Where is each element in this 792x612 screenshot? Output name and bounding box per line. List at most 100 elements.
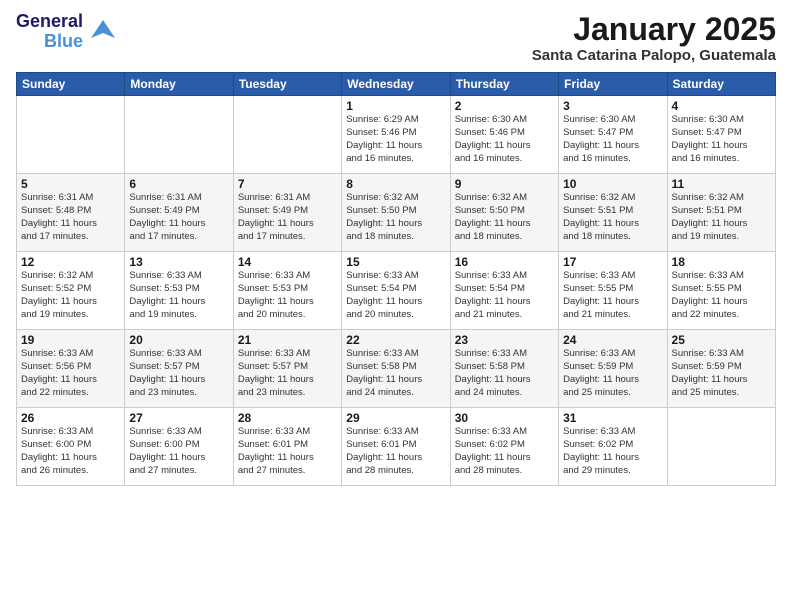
calendar-cell [17,96,125,174]
day-info: Sunrise: 6:33 AMSunset: 5:58 PMDaylight:… [455,348,554,399]
day-number: 11 [672,177,771,191]
day-number: 27 [129,411,228,425]
week-row-3: 12Sunrise: 6:32 AMSunset: 5:52 PMDayligh… [17,252,776,330]
calendar-cell: 10Sunrise: 6:32 AMSunset: 5:51 PMDayligh… [559,174,667,252]
day-info: Sunrise: 6:33 AMSunset: 5:57 PMDaylight:… [238,348,337,399]
calendar-cell: 24Sunrise: 6:33 AMSunset: 5:59 PMDayligh… [559,330,667,408]
day-number: 1 [346,99,445,113]
calendar-cell: 15Sunrise: 6:33 AMSunset: 5:54 PMDayligh… [342,252,450,330]
day-number: 15 [346,255,445,269]
day-number: 23 [455,333,554,347]
day-number: 9 [455,177,554,191]
day-info: Sunrise: 6:31 AMSunset: 5:49 PMDaylight:… [238,192,337,243]
day-number: 10 [563,177,662,191]
page: General Blue January 2025 Santa Catarina… [0,0,792,612]
calendar-table: SundayMondayTuesdayWednesdayThursdayFrid… [16,72,776,486]
calendar-cell: 6Sunrise: 6:31 AMSunset: 5:49 PMDaylight… [125,174,233,252]
week-row-1: 1Sunrise: 6:29 AMSunset: 5:46 PMDaylight… [17,96,776,174]
day-number: 20 [129,333,228,347]
calendar-cell: 1Sunrise: 6:29 AMSunset: 5:46 PMDaylight… [342,96,450,174]
day-number: 3 [563,99,662,113]
title-block: January 2025 Santa Catarina Palopo, Guat… [532,12,776,64]
calendar-cell [233,96,341,174]
calendar-cell: 13Sunrise: 6:33 AMSunset: 5:53 PMDayligh… [125,252,233,330]
weekday-header-wednesday: Wednesday [342,73,450,96]
header: General Blue January 2025 Santa Catarina… [16,12,776,64]
calendar-cell: 9Sunrise: 6:32 AMSunset: 5:50 PMDaylight… [450,174,558,252]
day-info: Sunrise: 6:32 AMSunset: 5:51 PMDaylight:… [563,192,662,243]
day-info: Sunrise: 6:30 AMSunset: 5:46 PMDaylight:… [455,114,554,165]
day-number: 12 [21,255,120,269]
day-info: Sunrise: 6:33 AMSunset: 5:57 PMDaylight:… [129,348,228,399]
calendar-cell: 17Sunrise: 6:33 AMSunset: 5:55 PMDayligh… [559,252,667,330]
day-number: 8 [346,177,445,191]
calendar-cell: 3Sunrise: 6:30 AMSunset: 5:47 PMDaylight… [559,96,667,174]
logo: General Blue [16,12,117,52]
day-info: Sunrise: 6:32 AMSunset: 5:52 PMDaylight:… [21,270,120,321]
calendar-cell: 28Sunrise: 6:33 AMSunset: 6:01 PMDayligh… [233,408,341,486]
day-number: 2 [455,99,554,113]
calendar-cell: 18Sunrise: 6:33 AMSunset: 5:55 PMDayligh… [667,252,775,330]
calendar-cell: 30Sunrise: 6:33 AMSunset: 6:02 PMDayligh… [450,408,558,486]
day-info: Sunrise: 6:31 AMSunset: 5:49 PMDaylight:… [129,192,228,243]
weekday-header-monday: Monday [125,73,233,96]
logo-bird-icon [89,18,117,46]
day-number: 30 [455,411,554,425]
day-info: Sunrise: 6:33 AMSunset: 6:01 PMDaylight:… [346,426,445,477]
day-info: Sunrise: 6:33 AMSunset: 6:02 PMDaylight:… [563,426,662,477]
calendar-cell: 12Sunrise: 6:32 AMSunset: 5:52 PMDayligh… [17,252,125,330]
calendar-cell: 26Sunrise: 6:33 AMSunset: 6:00 PMDayligh… [17,408,125,486]
day-number: 25 [672,333,771,347]
day-number: 6 [129,177,228,191]
day-number: 17 [563,255,662,269]
calendar-cell: 5Sunrise: 6:31 AMSunset: 5:48 PMDaylight… [17,174,125,252]
calendar-subtitle: Santa Catarina Palopo, Guatemala [532,47,776,64]
calendar-cell: 25Sunrise: 6:33 AMSunset: 5:59 PMDayligh… [667,330,775,408]
day-number: 22 [346,333,445,347]
week-row-5: 26Sunrise: 6:33 AMSunset: 6:00 PMDayligh… [17,408,776,486]
day-info: Sunrise: 6:33 AMSunset: 6:01 PMDaylight:… [238,426,337,477]
day-info: Sunrise: 6:33 AMSunset: 5:54 PMDaylight:… [346,270,445,321]
calendar-cell: 31Sunrise: 6:33 AMSunset: 6:02 PMDayligh… [559,408,667,486]
day-info: Sunrise: 6:33 AMSunset: 6:02 PMDaylight:… [455,426,554,477]
calendar-cell: 4Sunrise: 6:30 AMSunset: 5:47 PMDaylight… [667,96,775,174]
day-number: 29 [346,411,445,425]
day-number: 13 [129,255,228,269]
day-info: Sunrise: 6:32 AMSunset: 5:51 PMDaylight:… [672,192,771,243]
day-number: 7 [238,177,337,191]
day-number: 5 [21,177,120,191]
calendar-cell [667,408,775,486]
calendar-cell: 16Sunrise: 6:33 AMSunset: 5:54 PMDayligh… [450,252,558,330]
day-info: Sunrise: 6:33 AMSunset: 6:00 PMDaylight:… [129,426,228,477]
weekday-header-saturday: Saturday [667,73,775,96]
calendar-cell [125,96,233,174]
calendar-cell: 7Sunrise: 6:31 AMSunset: 5:49 PMDaylight… [233,174,341,252]
day-info: Sunrise: 6:33 AMSunset: 5:59 PMDaylight:… [672,348,771,399]
weekday-header-friday: Friday [559,73,667,96]
day-info: Sunrise: 6:32 AMSunset: 5:50 PMDaylight:… [346,192,445,243]
calendar-cell: 27Sunrise: 6:33 AMSunset: 6:00 PMDayligh… [125,408,233,486]
day-info: Sunrise: 6:32 AMSunset: 5:50 PMDaylight:… [455,192,554,243]
day-info: Sunrise: 6:33 AMSunset: 5:58 PMDaylight:… [346,348,445,399]
day-info: Sunrise: 6:33 AMSunset: 5:59 PMDaylight:… [563,348,662,399]
calendar-body: 1Sunrise: 6:29 AMSunset: 5:46 PMDaylight… [17,96,776,486]
calendar-cell: 29Sunrise: 6:33 AMSunset: 6:01 PMDayligh… [342,408,450,486]
day-info: Sunrise: 6:29 AMSunset: 5:46 PMDaylight:… [346,114,445,165]
weekday-header-row: SundayMondayTuesdayWednesdayThursdayFrid… [17,73,776,96]
day-info: Sunrise: 6:33 AMSunset: 5:53 PMDaylight:… [238,270,337,321]
week-row-4: 19Sunrise: 6:33 AMSunset: 5:56 PMDayligh… [17,330,776,408]
day-number: 16 [455,255,554,269]
day-number: 26 [21,411,120,425]
calendar-cell: 19Sunrise: 6:33 AMSunset: 5:56 PMDayligh… [17,330,125,408]
day-info: Sunrise: 6:33 AMSunset: 6:00 PMDaylight:… [21,426,120,477]
calendar-cell: 22Sunrise: 6:33 AMSunset: 5:58 PMDayligh… [342,330,450,408]
calendar-cell: 21Sunrise: 6:33 AMSunset: 5:57 PMDayligh… [233,330,341,408]
calendar-title: January 2025 [532,12,776,47]
day-info: Sunrise: 6:33 AMSunset: 5:54 PMDaylight:… [455,270,554,321]
day-info: Sunrise: 6:33 AMSunset: 5:53 PMDaylight:… [129,270,228,321]
day-info: Sunrise: 6:33 AMSunset: 5:56 PMDaylight:… [21,348,120,399]
calendar-cell: 2Sunrise: 6:30 AMSunset: 5:46 PMDaylight… [450,96,558,174]
weekday-header-sunday: Sunday [17,73,125,96]
day-info: Sunrise: 6:31 AMSunset: 5:48 PMDaylight:… [21,192,120,243]
day-info: Sunrise: 6:33 AMSunset: 5:55 PMDaylight:… [672,270,771,321]
